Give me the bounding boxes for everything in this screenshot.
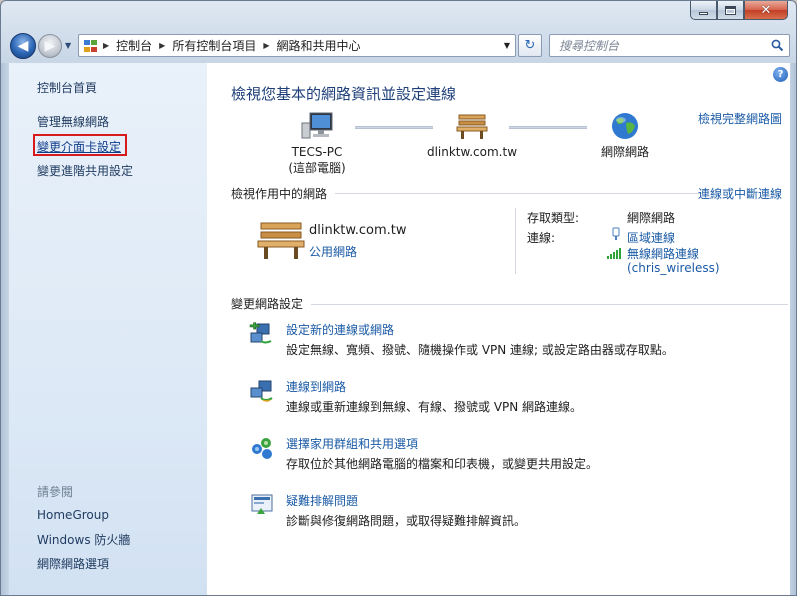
minimize-button[interactable] <box>690 1 717 20</box>
sidebar-item-change-adapter-settings[interactable]: 變更介面卡設定 <box>37 138 121 155</box>
search-input[interactable]: 搜尋控制台 <box>549 34 790 57</box>
task-connect-network: 連線到網路 連線或重新連線到無線、有線、撥號或 VPN 網路連線。 <box>249 378 789 420</box>
maximize-icon <box>725 5 736 15</box>
divider <box>515 208 516 274</box>
address-bar[interactable]: ▶ 控制台 ▶ 所有控制台項目 ▶ 網路和共用中心 ▼ <box>78 34 516 57</box>
main-panel: ? 檢視您基本的網路資訊並設定連線 檢視完整網路圖 TECS-PC (這部電腦) <box>207 63 790 595</box>
active-networks-heading: 檢視作用中的網路 <box>231 187 328 201</box>
computer-sub: (這部電腦) <box>288 161 346 175</box>
connections-label: 連線: <box>527 231 556 245</box>
divider <box>335 193 702 194</box>
breadcrumb-separator[interactable]: ▶ <box>103 41 109 50</box>
caption-buttons: ✕ <box>690 1 788 21</box>
network-type-link[interactable]: 公用網路 <box>309 243 357 260</box>
breadcrumb-control-panel[interactable]: 控制台 <box>116 37 152 54</box>
computer-name: TECS-PC <box>291 145 343 159</box>
task-pane: 控制台首頁 管理無線網路 變更介面卡設定 變更進階共用設定 請參閱 HomeGr… <box>9 63 207 595</box>
maximize-button[interactable] <box>717 1 744 20</box>
sidebar-item-homegroup[interactable]: HomeGroup <box>37 508 109 522</box>
divider <box>311 304 788 305</box>
address-dropdown-icon[interactable]: ▼ <box>504 41 510 50</box>
sidebar-item-firewall[interactable]: Windows 防火牆 <box>37 531 130 548</box>
forward-button[interactable]: ▶ <box>38 34 62 58</box>
content-area: 控制台首頁 管理無線網路 變更介面卡設定 變更進階共用設定 請參閱 HomeGr… <box>9 63 790 595</box>
access-type-value: 網際網路 <box>627 211 676 225</box>
close-icon: ✕ <box>760 2 772 18</box>
homegroup-desc: 存取位於其他網路電腦的檔案和印表機，或變更共用設定。 <box>286 457 599 471</box>
close-button[interactable]: ✕ <box>744 1 788 20</box>
connect-disconnect-link[interactable]: 連線或中斷連線 <box>698 185 782 202</box>
task-homegroup: 選擇家用群組和共用選項 存取位於其他網路電腦的檔案和印表機，或變更共用設定。 <box>249 435 789 477</box>
page-title: 檢視您基本的網路資訊並設定連線 <box>231 85 457 103</box>
map-connector <box>509 126 587 129</box>
change-settings-heading: 變更網路設定 <box>231 297 304 311</box>
see-also-heading: 請參閱 <box>37 485 74 499</box>
refresh-icon: ↻ <box>524 38 536 53</box>
window-border <box>1 63 9 595</box>
troubleshoot-icon <box>251 494 273 514</box>
task-setup-connection: 設定新的連線或網路 設定無線、寬頻、撥號、隨機操作或 VPN 連線; 或設定路由… <box>249 321 789 363</box>
sidebar-item-advanced-sharing[interactable]: 變更進階共用設定 <box>37 162 133 179</box>
new-connection-icon <box>249 322 272 344</box>
breadcrumb-separator[interactable]: ▶ <box>159 41 165 50</box>
search-icon[interactable] <box>771 39 784 52</box>
globe-icon <box>612 113 638 139</box>
homegroup-icon <box>252 438 272 459</box>
homegroup-link[interactable]: 選擇家用群組和共用選項 <box>286 435 418 452</box>
active-network: dlinktw.com.tw 公用網路 <box>251 213 511 273</box>
connect-network-link[interactable]: 連線到網路 <box>286 378 346 395</box>
active-network-name: dlinktw.com.tw <box>309 223 407 238</box>
recent-pages-dropdown[interactable]: ▼ <box>65 41 71 50</box>
minimize-icon <box>699 11 708 15</box>
computer-icon <box>301 112 333 139</box>
troubleshoot-link[interactable]: 疑難排解問題 <box>286 492 358 509</box>
bench-icon <box>257 222 305 259</box>
window: ✕ ◀ ▶ ▼ ▶ 控制台 ▶ 所有控制台項目 ▶ 網路和共用中心 ▼ ↻ 搜尋… <box>0 0 797 596</box>
task-troubleshoot: 疑難排解問題 診斷與修復網路問題，或取得疑難排解資訊。 <box>249 492 789 534</box>
bench-icon <box>456 114 488 139</box>
breadcrumb-separator[interactable]: ▶ <box>263 41 269 50</box>
map-node-internet: 網際網路 <box>585 111 665 160</box>
sidebar-item-manage-wireless[interactable]: 管理無線網路 <box>37 113 109 130</box>
connect-network-desc: 連線或重新連線到無線、有線、撥號或 VPN 網路連線。 <box>286 400 583 414</box>
network-name: dlinktw.com.tw <box>426 145 518 159</box>
wireless-connection-link[interactable]: 無線網路連線 <box>627 245 699 262</box>
wireless-signal-icon <box>607 248 621 259</box>
control-panel-icon <box>83 39 99 53</box>
troubleshoot-desc: 診斷與修復網路問題，或取得疑難排解資訊。 <box>286 514 527 528</box>
forward-arrow-icon: ▶ <box>44 38 56 54</box>
map-node-network: dlinktw.com.tw <box>417 111 527 160</box>
network-map: TECS-PC (這部電腦) dlinktw.com.tw 網際網路 <box>207 103 790 183</box>
breadcrumb-all-items[interactable]: 所有控制台項目 <box>172 37 256 54</box>
search-placeholder: 搜尋控制台 <box>559 39 620 53</box>
ethernet-icon <box>612 227 620 240</box>
connect-network-icon <box>250 380 273 402</box>
map-node-computer: TECS-PC (這部電腦) <box>279 111 355 176</box>
help-icon[interactable]: ? <box>773 67 788 82</box>
setup-connection-link[interactable]: 設定新的連線或網路 <box>286 321 394 338</box>
sidebar-item-internet-options[interactable]: 網際網路選項 <box>37 555 109 572</box>
breadcrumb-network-center[interactable]: 網路和共用中心 <box>277 37 361 54</box>
internet-name: 網際網路 <box>600 145 649 159</box>
navigation-bar: ◀ ▶ ▼ ▶ 控制台 ▶ 所有控制台項目 ▶ 網路和共用中心 ▼ ↻ 搜尋控制… <box>1 29 796 63</box>
wireless-ssid-link[interactable]: (chris_wireless) <box>627 261 720 275</box>
refresh-button[interactable]: ↻ <box>518 34 542 57</box>
local-connection-link[interactable]: 區域連線 <box>627 229 675 246</box>
back-button[interactable]: ◀ <box>10 33 36 59</box>
access-type-label: 存取類型: <box>527 211 580 225</box>
setup-connection-desc: 設定無線、寬頻、撥號、隨機操作或 VPN 連線; 或設定路由器或存取點。 <box>286 343 674 357</box>
back-arrow-icon: ◀ <box>17 38 29 54</box>
sidebar-item-control-panel-home[interactable]: 控制台首頁 <box>37 79 97 96</box>
